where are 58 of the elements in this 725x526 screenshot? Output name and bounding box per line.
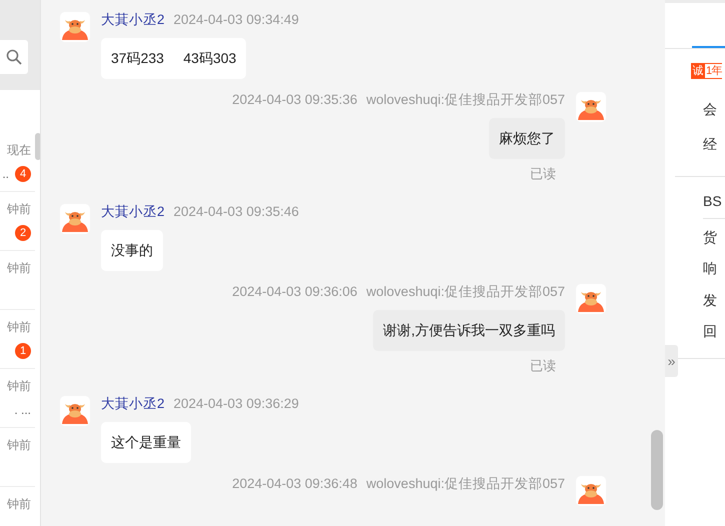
- sender-name: 大萁小丞2: [101, 12, 165, 28]
- conversation-item[interactable]: 钟前: [0, 428, 35, 487]
- conversation-item[interactable]: 钟前: [0, 487, 35, 526]
- message-bubble: 37码233 43码303: [101, 38, 246, 79]
- conversation-time: 钟前: [7, 378, 31, 394]
- conversation-time: 钟前: [7, 319, 31, 335]
- sender-name: woloveshuqi:促佳搜品开发部057: [366, 92, 565, 108]
- search-button[interactable]: [0, 40, 28, 74]
- collapse-button[interactable]: »: [665, 345, 678, 377]
- message-bubble: 这个是重量: [101, 422, 191, 463]
- conversation-time: 钟前: [7, 496, 31, 512]
- message-time: 2024-04-03 09:36:48: [232, 476, 358, 492]
- sender-name: woloveshuqi:促佳搜品开发部057: [366, 284, 565, 300]
- search-icon: [6, 49, 22, 65]
- tab-indicator: [692, 46, 725, 48]
- info-label: BS: [703, 186, 725, 218]
- conversation-item[interactable]: 钟前 2: [0, 192, 35, 251]
- conversation-item[interactable]: 现在 .. 4: [0, 133, 35, 192]
- unread-badge: 2: [15, 225, 31, 241]
- read-status: 已读: [530, 166, 556, 182]
- conversation-time: 现在: [7, 142, 31, 158]
- message-time: 2024-04-03 09:34:49: [174, 12, 299, 28]
- info-label: 货: [703, 228, 718, 246]
- message-bubble: 麻烦您了: [489, 118, 565, 159]
- conversation-time: 钟前: [7, 260, 31, 276]
- conversation-item[interactable]: 钟前 . ...: [0, 369, 35, 428]
- avatar-icon: [576, 284, 606, 314]
- avatar-icon: [60, 396, 90, 426]
- message-time: 2024-04-03 09:36:06: [232, 284, 358, 300]
- trust-badge: 诚 1年: [691, 63, 725, 79]
- sender-name: woloveshuqi:促佳搜品开发部057: [366, 476, 565, 492]
- conversation-time: 钟前: [7, 201, 31, 217]
- info-label: 经: [703, 135, 718, 154]
- sender-name: 大萁小丞2: [101, 204, 165, 220]
- avatar-icon: [60, 204, 90, 234]
- avatar-icon: [576, 92, 606, 122]
- info-label: 响: [703, 259, 718, 278]
- info-label: 回: [703, 322, 718, 341]
- sender-name: 大萁小丞2: [101, 396, 165, 412]
- message-time: 2024-04-03 09:35:36: [232, 92, 358, 108]
- conversation-item[interactable]: 钟前 1: [0, 310, 35, 369]
- message-time: 2024-04-03 09:35:46: [174, 204, 299, 220]
- info-label: 会: [703, 100, 718, 119]
- scrollbar-thumb[interactable]: [35, 133, 40, 160]
- avatar-icon: [576, 476, 606, 506]
- read-status: 已读: [530, 358, 556, 374]
- conversation-preview: ..: [2, 167, 9, 181]
- avatar-icon: [60, 12, 90, 42]
- unread-badge: 1: [15, 343, 31, 359]
- info-label: 发: [703, 290, 718, 310]
- message-bubble: 谢谢,方便告诉我一双多重吗: [373, 310, 565, 351]
- message-bubble: 没事的: [101, 230, 163, 271]
- scrollbar-thumb[interactable]: [651, 430, 663, 510]
- conversation-preview: . ...: [14, 403, 31, 417]
- conversation-item[interactable]: 钟前: [0, 251, 35, 310]
- conversation-time: 钟前: [7, 437, 31, 453]
- unread-badge: 4: [15, 166, 31, 182]
- message-time: 2024-04-03 09:36:29: [174, 396, 299, 412]
